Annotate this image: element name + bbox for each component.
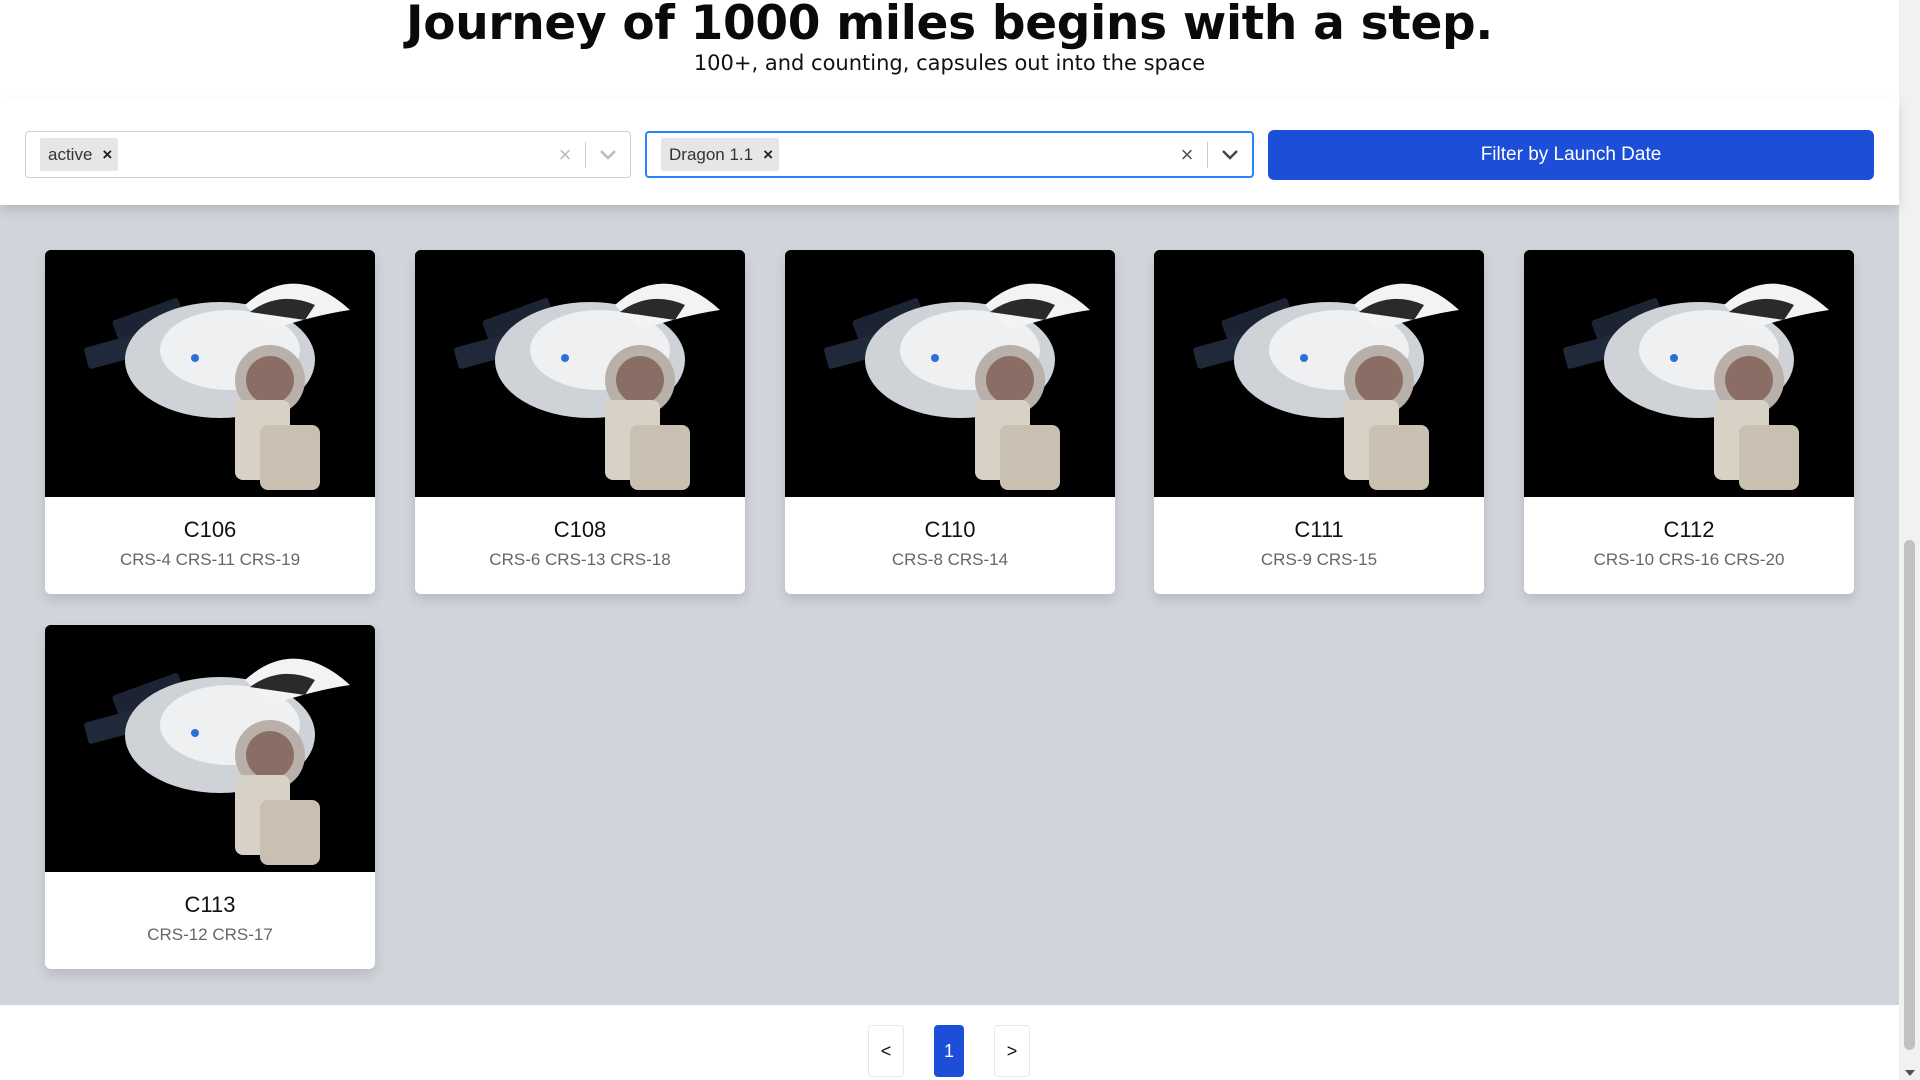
- page-subtitle: 100+, and counting, capsules out into th…: [693, 51, 1206, 75]
- capsule-card[interactable]: C110 CRS-8 CRS-14: [785, 250, 1115, 594]
- page-1-button[interactable]: 1: [934, 1025, 964, 1077]
- vertical-scrollbar[interactable]: [1899, 0, 1920, 1080]
- capsule-missions: CRS-10 CRS-16 CRS-20: [1593, 550, 1785, 569]
- filter-bar: active × × Dragon 1.1 × × Filter by Laun…: [0, 98, 1899, 205]
- type-select[interactable]: Dragon 1.1 × ×: [645, 131, 1254, 178]
- capsule-missions: CRS-12 CRS-17: [147, 925, 273, 944]
- capsule-serial: C110: [924, 517, 976, 542]
- prev-page-button[interactable]: <: [868, 1025, 904, 1077]
- capsule-card[interactable]: C106 CRS-4 CRS-11 CRS-19: [45, 250, 375, 594]
- type-chip: Dragon 1.1 ×: [661, 138, 780, 171]
- capsule-card[interactable]: C112 CRS-10 CRS-16 CRS-20: [1524, 250, 1854, 594]
- scroll-down-arrow-icon[interactable]: [1905, 1070, 1915, 1076]
- status-select[interactable]: active × ×: [25, 131, 631, 178]
- next-page-button[interactable]: >: [994, 1025, 1030, 1077]
- capsule-serial: C106: [183, 517, 237, 542]
- capsule-card[interactable]: C113 CRS-12 CRS-17: [45, 625, 375, 969]
- capsule-image: [1524, 250, 1854, 497]
- chevron-down-icon[interactable]: [586, 149, 630, 161]
- capsule-image: [45, 625, 375, 872]
- capsule-card[interactable]: C108 CRS-6 CRS-13 CRS-18: [415, 250, 745, 594]
- capsule-image: [45, 250, 375, 497]
- remove-status-chip-icon[interactable]: ×: [102, 145, 112, 165]
- chevron-down-icon[interactable]: [1208, 149, 1252, 161]
- capsule-card[interactable]: C111 CRS-9 CRS-15: [1154, 250, 1484, 594]
- clear-type-icon[interactable]: ×: [1167, 142, 1207, 168]
- hero-section: Journey of 1000 miles begins with a step…: [0, 0, 1899, 98]
- capsule-missions: CRS-9 CRS-15: [1260, 550, 1378, 569]
- capsule-serial: C108: [553, 517, 607, 542]
- capsule-serial: C111: [1294, 517, 1344, 542]
- status-chip: active ×: [40, 138, 119, 171]
- filter-by-launch-date-button[interactable]: Filter by Launch Date: [1268, 130, 1874, 180]
- remove-type-chip-icon[interactable]: ×: [763, 145, 773, 165]
- capsule-serial: C113: [184, 892, 236, 917]
- page-title: Journey of 1000 miles begins with a step…: [406, 0, 1493, 51]
- pagination-bar: < 1 >: [0, 1005, 1899, 1080]
- scrollbar-thumb[interactable]: [1904, 540, 1915, 1050]
- capsule-missions: CRS-6 CRS-13 CRS-18: [489, 550, 671, 569]
- capsule-image: [785, 250, 1115, 497]
- capsule-missions: CRS-4 CRS-11 CRS-19: [119, 550, 301, 569]
- capsule-image: [1154, 250, 1484, 497]
- capsule-missions: CRS-8 CRS-14: [891, 550, 1009, 569]
- type-chip-label: Dragon 1.1: [669, 144, 754, 164]
- clear-status-icon[interactable]: ×: [545, 142, 585, 168]
- capsule-serial: C112: [1663, 517, 1715, 542]
- status-chip-label: active: [48, 144, 93, 164]
- capsule-image: [415, 250, 745, 497]
